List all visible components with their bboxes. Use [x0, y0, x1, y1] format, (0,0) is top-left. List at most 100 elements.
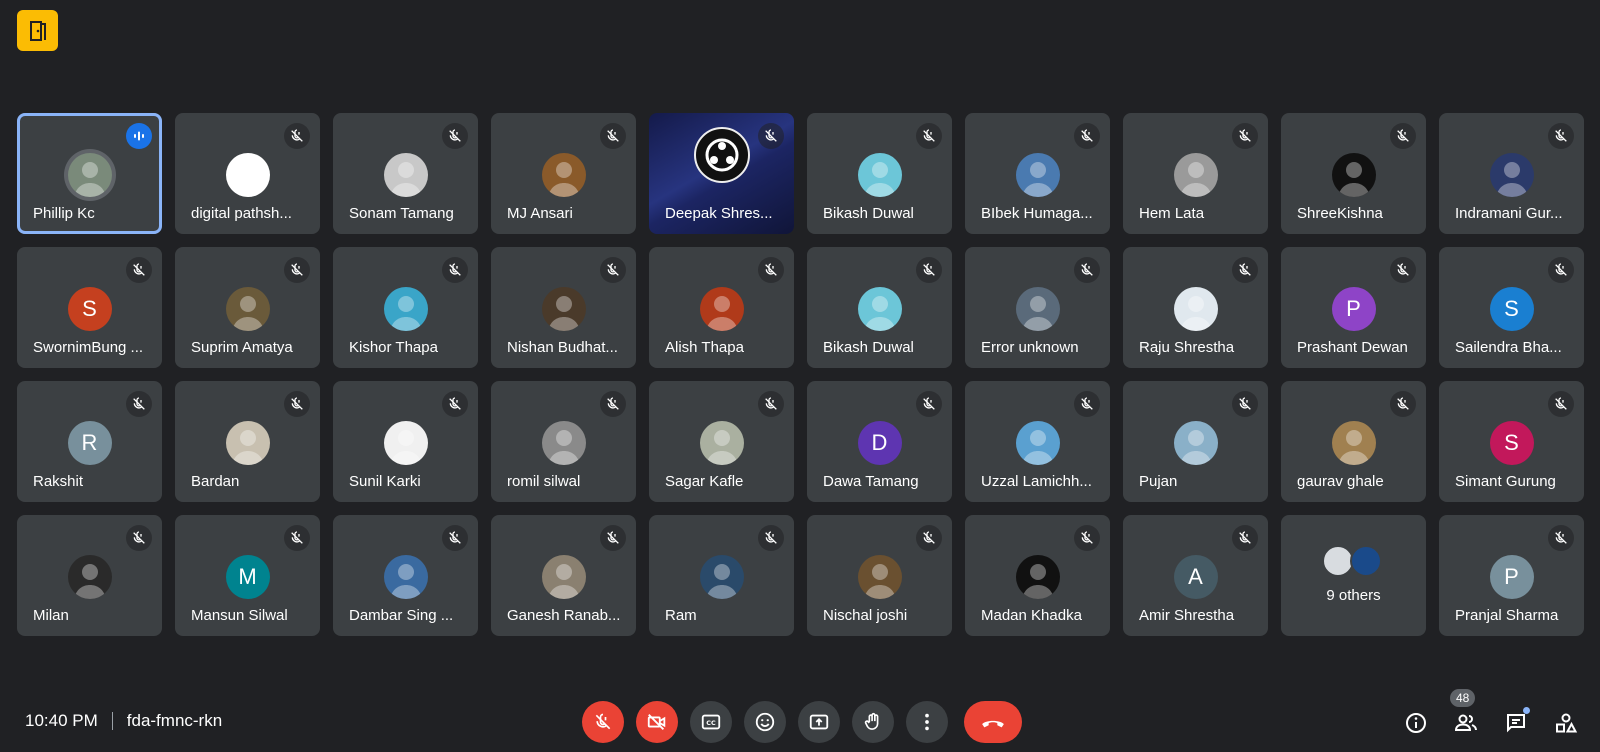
more-options-button[interactable] — [906, 701, 948, 743]
participant-tile[interactable]: M Mansun Silwal — [175, 515, 320, 636]
avatar: R — [67, 421, 112, 465]
participant-name: Phillip Kc — [33, 205, 95, 222]
participant-tile[interactable]: S Simant Gurung — [1439, 381, 1584, 502]
participant-tile[interactable]: Madan Khadka — [965, 515, 1110, 636]
participant-tile[interactable]: Kishor Thapa — [333, 247, 478, 368]
participant-name: Uzzal Lamichh... — [981, 473, 1092, 490]
mic-muted-icon — [1390, 257, 1416, 283]
participant-tile[interactable]: Sunil Karki — [333, 381, 478, 502]
participant-tile[interactable]: Ganesh Ranab... — [491, 515, 636, 636]
participant-tile[interactable]: Suprim Amatya — [175, 247, 320, 368]
participant-tile[interactable]: Sonam Tamang — [333, 113, 478, 234]
people-button[interactable]: 48 — [1448, 689, 1484, 741]
participant-tile[interactable]: Dambar Sing ... — [333, 515, 478, 636]
mic-muted-icon — [600, 525, 626, 551]
participant-tile[interactable]: Pujan — [1123, 381, 1268, 502]
captions-button[interactable]: CC — [690, 701, 732, 743]
participant-tile[interactable]: digital pathsh... — [175, 113, 320, 234]
participant-tile[interactable]: Hem Lata — [1123, 113, 1268, 234]
avatar — [699, 555, 744, 599]
participant-tile[interactable]: Sagar Kafle — [649, 381, 794, 502]
chat-button[interactable] — [1498, 705, 1534, 741]
avatar — [383, 287, 428, 331]
participant-name: Mansun Silwal — [191, 607, 288, 624]
participant-name: Amir Shrestha — [1139, 607, 1235, 624]
camera-off-button[interactable] — [636, 701, 678, 743]
participant-tile[interactable]: BIbek Humaga... — [965, 113, 1110, 234]
participant-tile[interactable]: P Pranjal Sharma — [1439, 515, 1584, 636]
mic-muted-icon — [916, 391, 942, 417]
participant-tile[interactable]: Milan — [17, 515, 162, 636]
participant-tile[interactable]: Error unknown — [965, 247, 1110, 368]
participant-tile[interactable]: MJ Ansari — [491, 113, 636, 234]
emoji-button[interactable] — [744, 701, 786, 743]
avatar — [1015, 153, 1060, 197]
mic-muted-icon — [1074, 391, 1100, 417]
mic-muted-icon — [916, 257, 942, 283]
hangup-icon — [982, 720, 1004, 728]
mic-muted-icon — [284, 257, 310, 283]
participant-tile[interactable]: Phillip Kc — [17, 113, 162, 234]
participant-tile[interactable]: Alish Thapa — [649, 247, 794, 368]
side-controls: 48 — [1398, 689, 1584, 741]
participant-name: romil silwal — [507, 473, 581, 490]
participant-tile[interactable]: Uzzal Lamichh... — [965, 381, 1110, 502]
avatar — [857, 153, 902, 197]
others-tile[interactable]: 9 others — [1281, 515, 1426, 636]
participant-tile[interactable]: ShreeKishna — [1281, 113, 1426, 234]
participant-name: Sunil Karki — [349, 473, 421, 490]
participant-tile[interactable]: Bikash Duwal — [807, 113, 952, 234]
meeting-details-button[interactable] — [1398, 705, 1434, 741]
participant-name: digital pathsh... — [191, 205, 292, 222]
mic-muted-icon — [758, 257, 784, 283]
participant-name: Sagar Kafle — [665, 473, 744, 490]
participant-name: Dawa Tamang — [823, 473, 919, 490]
participant-tile[interactable]: gaurav ghale — [1281, 381, 1426, 502]
meeting-info: 10:40 PM fda-fmnc-rkn — [25, 711, 222, 731]
participant-tile[interactable]: Indramani Gur... — [1439, 113, 1584, 234]
mic-muted-icon — [442, 257, 468, 283]
avatar — [67, 153, 112, 197]
avatar — [225, 153, 270, 197]
mic-muted-icon — [1548, 257, 1574, 283]
participant-tile[interactable]: Nischal joshi — [807, 515, 952, 636]
participant-name: Bikash Duwal — [823, 205, 914, 222]
participant-tile[interactable]: R Rakshit — [17, 381, 162, 502]
speaking-indicator-icon — [126, 123, 152, 149]
avatar — [1349, 545, 1382, 577]
mic-muted-icon — [758, 525, 784, 551]
mic-muted-icon — [1074, 525, 1100, 551]
leave-call-button[interactable] — [964, 701, 1022, 743]
participant-tile[interactable]: Deepak Shres... — [649, 113, 794, 234]
mic-muted-icon — [1548, 123, 1574, 149]
svg-text:CC: CC — [706, 719, 716, 727]
participant-name: Alish Thapa — [665, 339, 744, 356]
door-icon[interactable] — [17, 10, 58, 51]
participant-tile[interactable]: S SwornimBung ... — [17, 247, 162, 368]
raise-hand-button[interactable] — [852, 701, 894, 743]
avatar — [1015, 287, 1060, 331]
participant-name: Suprim Amatya — [191, 339, 293, 356]
participant-name: Hem Lata — [1139, 205, 1205, 222]
microphone-off-button[interactable] — [582, 701, 624, 743]
participant-tile[interactable]: Raju Shrestha — [1123, 247, 1268, 368]
mic-muted-icon — [1232, 257, 1258, 283]
participant-name: Simant Gurung — [1455, 473, 1556, 490]
participant-tile[interactable]: Bardan — [175, 381, 320, 502]
participant-tile[interactable]: P Prashant Dewan — [1281, 247, 1426, 368]
participant-tile[interactable]: A Amir Shrestha — [1123, 515, 1268, 636]
avatar — [541, 555, 586, 599]
participant-tile[interactable]: Ram — [649, 515, 794, 636]
meeting-code[interactable]: fda-fmnc-rkn — [127, 711, 222, 731]
participant-tile[interactable]: S Sailendra Bha... — [1439, 247, 1584, 368]
participant-tile[interactable]: Nishan Budhat... — [491, 247, 636, 368]
participant-name: Raju Shrestha — [1139, 339, 1235, 356]
participant-tile[interactable]: Bikash Duwal — [807, 247, 952, 368]
activities-button[interactable] — [1548, 705, 1584, 741]
avatar — [541, 153, 586, 197]
mic-muted-icon — [1074, 257, 1100, 283]
present-screen-button[interactable] — [798, 701, 840, 743]
participant-tile[interactable]: romil silwal — [491, 381, 636, 502]
participant-tile[interactable]: D Dawa Tamang — [807, 381, 952, 502]
mic-muted-icon — [284, 525, 310, 551]
